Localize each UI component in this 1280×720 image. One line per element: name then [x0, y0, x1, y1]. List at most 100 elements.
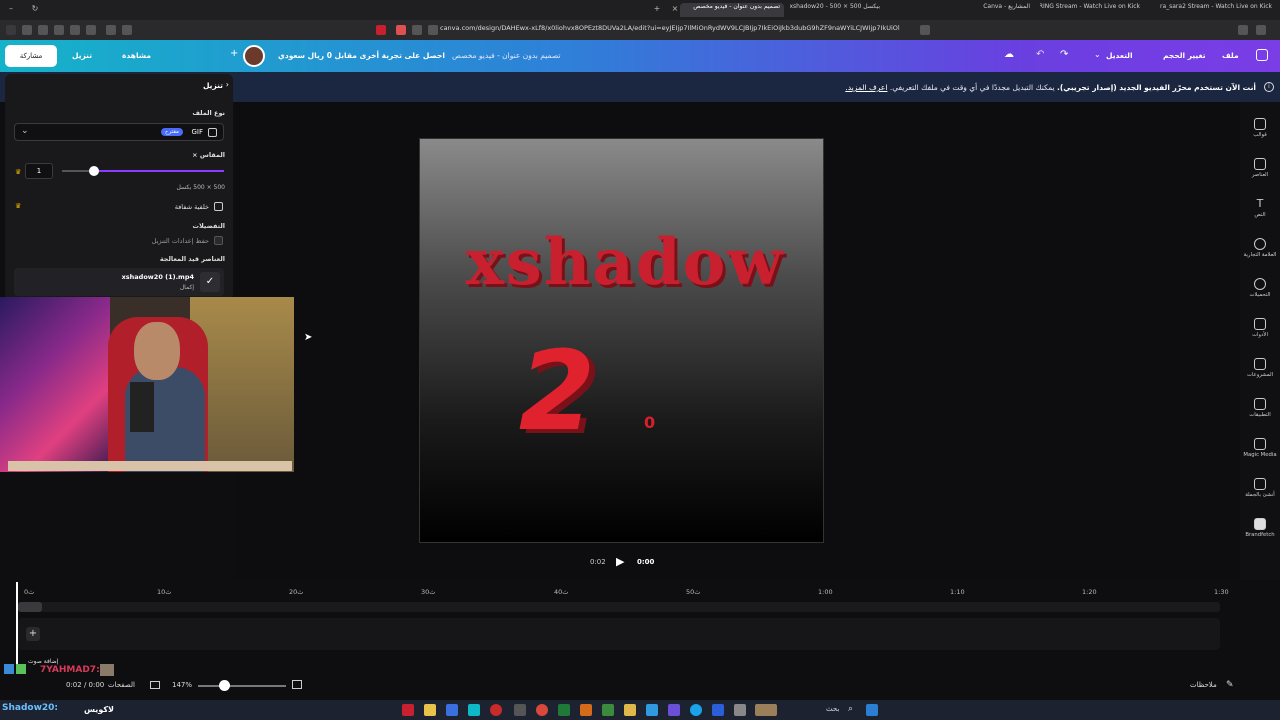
chat-emote-icon	[100, 664, 114, 676]
chrome-icon[interactable]	[536, 704, 548, 716]
url-field[interactable]: canva.com/design/DAHEwx-xLf8/x0liohvx8OP…	[440, 24, 900, 36]
back-arrow-icon[interactable]: ›	[226, 80, 229, 89]
app-icon[interactable]	[734, 704, 746, 716]
bookmark-icon[interactable]	[122, 25, 132, 35]
app-icon[interactable]	[602, 704, 614, 716]
redo-icon[interactable]: ↷	[1060, 49, 1068, 60]
document-title[interactable]: تصميم بدون عنوان - فيديو مخصص	[452, 51, 560, 60]
history-icon[interactable]	[1238, 25, 1248, 35]
add-track-icon[interactable]: +	[26, 627, 40, 641]
video-clip[interactable]	[18, 602, 42, 612]
rail-apps[interactable]: التطبيقات	[1240, 394, 1280, 430]
play-icon[interactable]: ▶	[616, 555, 624, 568]
profile-icon[interactable]	[1256, 25, 1266, 35]
widget-icon[interactable]	[755, 704, 777, 716]
rail-brand[interactable]: العلامة التجارية	[1240, 234, 1280, 270]
rail-elements[interactable]: العناصر	[1240, 154, 1280, 190]
app-icon[interactable]	[580, 704, 592, 716]
fit-screen-icon[interactable]	[292, 680, 302, 689]
rail-projects[interactable]: المشروعات	[1240, 354, 1280, 390]
canvas-big-number[interactable]: 2	[512, 327, 602, 455]
design-canvas[interactable]: xshadow 2 0	[419, 138, 824, 543]
app-icon[interactable]	[646, 704, 658, 716]
canvas-headline[interactable]: xshadow	[420, 225, 823, 300]
add-icon[interactable]: +	[230, 48, 238, 59]
tab-canva-design[interactable]: تصميم بدون عنوان - فيديو مخصص	[680, 3, 784, 17]
app-icon[interactable]	[514, 704, 526, 716]
rail-templates[interactable]: قوالب	[1240, 114, 1280, 150]
new-tab-icon[interactable]: +	[652, 4, 662, 14]
projects-icon	[1254, 358, 1266, 370]
app-icon[interactable]	[468, 704, 480, 716]
search-icon[interactable]: ⌕	[848, 704, 853, 714]
tab-canva-projects[interactable]: المشاريع - Canva	[970, 3, 1030, 17]
add-audio-label[interactable]: إضافة صوت	[28, 658, 58, 665]
size-slider[interactable]	[62, 166, 224, 176]
rail-label: قوالب	[1253, 132, 1267, 138]
present-button[interactable]: مشاهدة	[122, 51, 151, 60]
canvas-small-number[interactable]: 0	[644, 413, 655, 432]
menu-icon[interactable]	[6, 25, 16, 35]
share-button[interactable]: مشاركة	[5, 45, 57, 67]
brave-icon[interactable]	[402, 704, 414, 716]
pages-button[interactable]: الصفحات	[108, 681, 135, 689]
taskbar-search[interactable]: بحث	[826, 705, 839, 713]
resize-button[interactable]: تغيير الحجم	[1163, 51, 1206, 60]
bookmark-icon[interactable]	[22, 25, 32, 35]
star-icon[interactable]	[920, 25, 930, 35]
download-icon[interactable]	[86, 25, 96, 35]
file-type-select[interactable]: GIF مقترح ⌄	[14, 123, 224, 141]
timeline-tick: 40ث	[554, 588, 569, 596]
excel-icon[interactable]	[558, 704, 570, 716]
trial-promo[interactable]: احصل على تجربة أخرى مقابل 0 ريال سعودي	[278, 51, 445, 60]
undo-icon[interactable]: ↶	[1036, 49, 1044, 60]
bookmark-icon[interactable]	[54, 25, 64, 35]
minimize-icon[interactable]: –	[6, 4, 16, 14]
rail-uploads[interactable]: التحميلات	[1240, 274, 1280, 310]
audio-track[interactable]: +	[18, 618, 1220, 650]
site-info-icon[interactable]	[428, 25, 438, 35]
learn-more-link[interactable]: اعرف المزيد.	[845, 83, 887, 92]
rail-text[interactable]: T النص	[1240, 194, 1280, 230]
windows-start-icon[interactable]	[866, 704, 878, 716]
app-icon[interactable]	[446, 704, 458, 716]
playhead[interactable]	[16, 582, 18, 672]
bookmark-icon[interactable]	[70, 25, 80, 35]
notes-button[interactable]: ملاحظات	[1190, 681, 1217, 689]
rail-brandfetch[interactable]: Brandfetch	[1240, 514, 1280, 550]
bookmark-icon[interactable]	[106, 25, 116, 35]
tab-3maring[interactable]: 3MARING Stream - Watch Live on Kick	[1040, 3, 1140, 17]
save-settings-checkbox[interactable]	[214, 236, 223, 245]
file-menu[interactable]: ملف	[1222, 51, 1239, 60]
app-icon[interactable]	[712, 704, 724, 716]
rail-tools[interactable]: الأدوات	[1240, 314, 1280, 350]
download-button[interactable]: تنزيل	[72, 51, 92, 60]
panel-title[interactable]: تنزيل	[203, 81, 223, 90]
zoom-slider[interactable]	[198, 680, 286, 691]
refresh-icon[interactable]	[412, 25, 422, 35]
rail-bulk-create[interactable]: أنشئ بالجملة	[1240, 474, 1280, 510]
size-input[interactable]: 1	[25, 163, 53, 179]
app-icon[interactable]	[668, 704, 680, 716]
bookmark-icon[interactable]	[38, 25, 48, 35]
video-track[interactable]	[18, 602, 1220, 612]
transparent-bg-checkbox[interactable]	[214, 202, 223, 211]
folder-icon[interactable]	[624, 704, 636, 716]
edit-mode-dropdown[interactable]: التعديل	[1106, 51, 1133, 60]
close-tab-icon[interactable]: ×	[670, 4, 680, 14]
chevron-down-icon[interactable]: ⌄	[1094, 50, 1101, 59]
reload-icon[interactable]: ↻	[30, 4, 40, 14]
rail-magic-media[interactable]: Magic Media	[1240, 434, 1280, 470]
app-icon[interactable]	[490, 704, 502, 716]
tab-ultra-sara[interactable]: Ultra_sara2 Stream - Watch Live on Kick	[1160, 3, 1272, 17]
zoom-slider-handle[interactable]	[219, 680, 230, 691]
extension-icon[interactable]	[396, 25, 406, 35]
tab-xshadow[interactable]: بيكسل 500 × 500 - xshadow20	[790, 3, 880, 17]
zoom-value[interactable]: 147%	[172, 681, 192, 689]
folder-icon[interactable]	[424, 704, 436, 716]
home-icon[interactable]	[1256, 49, 1268, 61]
size-slider-handle[interactable]	[89, 166, 99, 176]
extension-icon[interactable]	[376, 25, 386, 35]
avatar[interactable]	[243, 45, 265, 67]
edge-icon[interactable]	[690, 704, 702, 716]
